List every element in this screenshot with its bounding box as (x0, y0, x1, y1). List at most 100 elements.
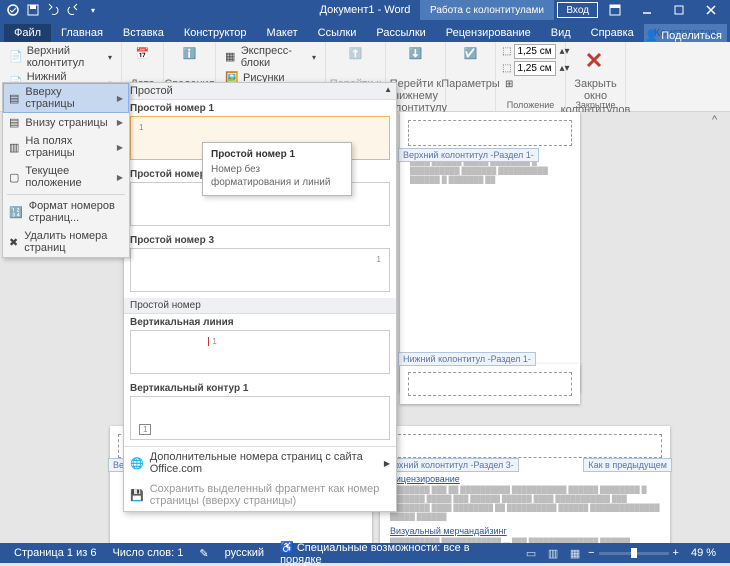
goto-footer-icon: ⬇️ (402, 48, 430, 76)
tab-review[interactable]: Рецензирование (436, 24, 541, 42)
margins-icon: ▥ (9, 141, 19, 154)
zoom-in-icon[interactable]: + (673, 547, 679, 559)
view-read-icon[interactable]: ▭ (522, 546, 540, 560)
options-button[interactable]: ☑️ Параметры (452, 44, 489, 94)
menu-format-label: Формат номеров страниц... (29, 200, 123, 224)
contextual-tab-label: Работа с колонтитулами (420, 0, 554, 20)
close-icon[interactable] (696, 0, 726, 20)
status-bar: Страница 1 из 6 Число слов: 1 ✎ русский … (0, 543, 730, 563)
menu-remove-numbers[interactable]: ✖Удалить номера страниц (3, 227, 129, 257)
header-top-margin[interactable]: ⬚▴▾ (502, 44, 559, 59)
tab-file[interactable]: Файл (4, 24, 51, 42)
login-button[interactable]: Вход (557, 2, 598, 18)
tooltip-body: Номер без форматирования и линий (211, 163, 343, 189)
gallery-item-5[interactable]: 1 (130, 396, 390, 440)
express-blocks-button[interactable]: ▦Экспресс-блоки▾ (222, 44, 319, 70)
zoom-out-icon[interactable]: − (588, 547, 594, 559)
doc-info-icon: ℹ️ (176, 48, 204, 76)
title-bar: ▾ Документ1 - Word Работа с колонтитулам… (0, 0, 730, 20)
top-margin-input[interactable] (514, 44, 556, 59)
page-number-menu: ▤Вверху страницы▶ ▤Внизу страницы▶ ▥На п… (2, 82, 130, 258)
format-icon: 🔢 (9, 206, 23, 219)
menu-format-numbers[interactable]: 🔢 Формат номеров страниц... (3, 197, 129, 227)
gallery-item-1-label: Простой номер 1 (124, 100, 396, 116)
ribbon-display-icon[interactable] (600, 0, 630, 20)
tab-home[interactable]: Главная (51, 24, 113, 42)
express-blocks-label: Экспресс-блоки (241, 45, 308, 69)
gallery-section-simple2: Простой номер (124, 298, 396, 314)
options-icon: ☑️ (457, 48, 485, 76)
close-hf-label1: Закрыть окно (574, 78, 616, 102)
hf-tab-section3: Верхний колонтитул -Раздел 3- (378, 458, 519, 472)
menu-bottom-of-page[interactable]: ▤Внизу страницы▶ (3, 113, 129, 132)
blocks-icon: ▦ (225, 50, 237, 64)
gallery-more-online[interactable]: 🌐Дополнительные номера страниц с сайта O… (124, 447, 396, 479)
body-text-2: Лицензирование ████████ ███ ██ █████████… (380, 466, 670, 543)
status-page[interactable]: Страница 1 из 6 (6, 547, 104, 559)
heading-licensing: Лицензирование (390, 470, 660, 486)
goto-footer-button[interactable]: ⬇️ Перейти к нижнему колонтитулу (392, 44, 439, 118)
ribbon-tabs: Файл Главная Вставка Конструктор Макет С… (0, 20, 730, 42)
zoom-slider[interactable] (599, 552, 669, 555)
goto-header-icon: ⬆️ (342, 48, 370, 76)
save-icon[interactable] (24, 1, 42, 19)
hf-tab-section1: Верхний колонтитул -Раздел 1- (398, 148, 539, 162)
status-accessibility[interactable]: ♿ Специальные возможности: все в порядке (272, 541, 522, 566)
qat-dropdown-icon[interactable]: ▾ (84, 1, 102, 19)
tab-references[interactable]: Ссылки (308, 24, 367, 42)
collapse-ribbon-icon[interactable]: ^ (712, 114, 728, 130)
share-button[interactable]: 👤 Поделиться (644, 29, 722, 42)
bottom-margin-input[interactable] (514, 61, 556, 76)
header-icon: 📄 (9, 50, 23, 64)
view-web-icon[interactable]: ▦ (566, 546, 584, 560)
heading-merch: Визуальный мерчандайзинг (390, 522, 660, 538)
status-language[interactable]: русский (217, 547, 272, 559)
scroll-up-icon[interactable]: ▲ (384, 85, 392, 94)
menu-page-margins[interactable]: ▥На полях страницы▶ (3, 132, 129, 162)
status-spellcheck-icon[interactable]: ✎ (191, 547, 216, 560)
gallery-save-selection[interactable]: 💾Сохранить выделенный фрагмент как номер… (124, 479, 396, 511)
tab-insert[interactable]: Вставка (113, 24, 174, 42)
minimize-icon[interactable] (632, 0, 662, 20)
ff-tab-section1: Нижний колонтитул -Раздел 1- (398, 352, 536, 366)
status-words[interactable]: Число слов: 1 (104, 547, 191, 559)
document-title: Документ1 - Word (320, 4, 411, 16)
tab-layout[interactable]: Макет (257, 24, 308, 42)
undo-icon[interactable] (44, 1, 62, 19)
remove-icon: ✖ (9, 236, 18, 249)
office-icon: 🌐 (130, 457, 144, 470)
gallery-save-label: Сохранить выделенный фрагмент как номер … (150, 483, 390, 507)
view-print-icon[interactable]: ▥ (544, 546, 562, 560)
share-label: Поделиться (661, 30, 722, 42)
header-label: Верхний колонтитул (27, 45, 104, 69)
autosave-icon[interactable] (4, 1, 22, 19)
tab-view[interactable]: Вид (541, 24, 581, 42)
current-icon: ▢ (9, 171, 19, 184)
tab-help[interactable]: Справка (581, 24, 644, 42)
insert-tab-button[interactable]: ⊞ (502, 78, 559, 91)
options-label: Параметры (441, 78, 500, 90)
menu-current-position[interactable]: ▢Текущее положение▶ (3, 162, 129, 192)
tab-design[interactable]: Конструктор (174, 24, 257, 42)
redo-icon[interactable] (64, 1, 82, 19)
tab-mailings[interactable]: Рассылки (366, 24, 435, 42)
group-position-label: Положение (496, 100, 565, 110)
bottom-icon: ▤ (9, 116, 19, 129)
gallery-item-4-label: Вертикальная линия (124, 314, 396, 330)
gallery-item-4[interactable]: 1 (130, 330, 390, 374)
maximize-icon[interactable] (664, 0, 694, 20)
zoom-level[interactable]: 49 % (683, 547, 724, 559)
close-hf-icon (582, 48, 610, 76)
top-icon: ▤ (9, 92, 19, 105)
gallery-item-3[interactable]: 1 (130, 248, 390, 292)
gallery-tooltip: Простой номер 1 Номер без форматирования… (202, 142, 352, 196)
menu-top-of-page[interactable]: ▤Вверху страницы▶ (3, 83, 129, 113)
footer-bottom-margin[interactable]: ⬚▴▾ (502, 61, 559, 76)
tooltip-title: Простой номер 1 (211, 149, 343, 160)
group-close-label: Закрытие (566, 100, 625, 110)
menu-bottom-label: Внизу страницы (25, 117, 107, 129)
date-time-icon: 📅 (129, 48, 157, 76)
header-button[interactable]: 📄Верхний колонтитул▾ (6, 44, 115, 70)
same-as-prev-tab: Как в предыдущем (583, 458, 672, 472)
gallery-item-5-label: Вертикальный контур 1 (124, 380, 396, 396)
